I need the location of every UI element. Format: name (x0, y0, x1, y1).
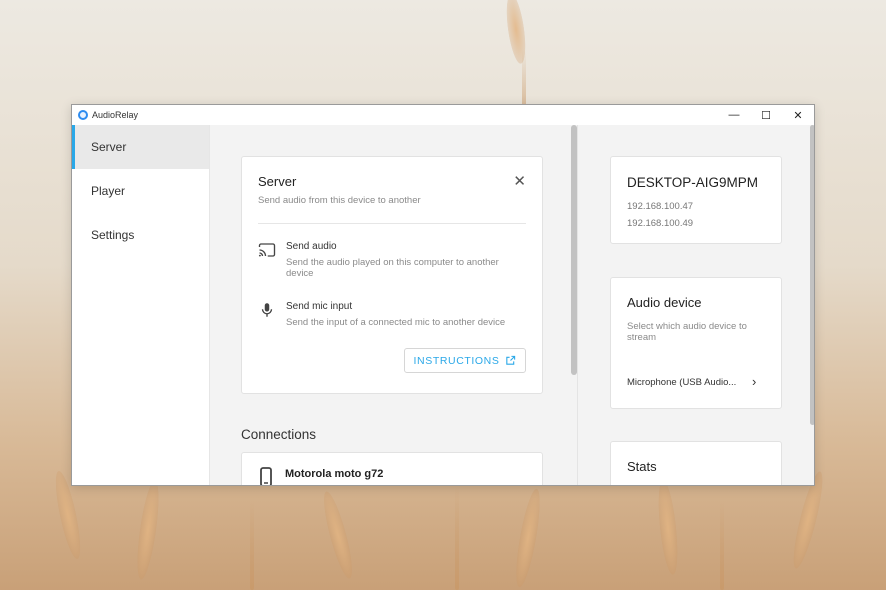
title-bar[interactable]: AudioRelay — ☐ ✕ (72, 105, 814, 125)
audio-device-subtitle: Select which audio device to stream (627, 321, 747, 343)
audio-device-card: Audio device Select which audio device t… (610, 277, 782, 409)
stats-title: Stats (627, 459, 657, 474)
app-logo-icon (78, 110, 88, 120)
wheat-ear-decoration (133, 479, 163, 581)
sidebar-item-server[interactable]: Server (72, 125, 209, 169)
option-title: Send audio (286, 241, 337, 252)
right-panel: DESKTOP-AIG9MPM 192.168.100.47 192.168.1… (578, 125, 810, 485)
server-card-title: Server (258, 174, 297, 189)
window-title: AudioRelay (92, 110, 139, 120)
audio-device-selector[interactable]: Microphone (USB Audio... (627, 377, 736, 388)
sidebar-item-settings[interactable]: Settings (72, 213, 209, 257)
audio-device-title: Audio device (627, 295, 702, 310)
wheat-stalk-decoration (455, 486, 459, 590)
wheat-stalk-decoration (522, 50, 526, 110)
right-scrollbar[interactable] (810, 125, 814, 425)
connection-name: Motorola moto g72 (285, 468, 384, 480)
app-window: AudioRelay — ☐ ✕ Server Player Settings … (71, 104, 815, 486)
sidebar-item-player[interactable]: Player (72, 169, 209, 213)
window-controls: — ☐ ✕ (718, 105, 814, 125)
ip-address: 192.168.100.49 (627, 218, 694, 229)
close-icon[interactable]: ✕ (513, 172, 526, 190)
chevron-right-icon[interactable]: › (752, 374, 756, 389)
close-window-button[interactable]: ✕ (782, 105, 814, 125)
wheat-stalk-decoration (250, 500, 254, 590)
wheat-stalk-decoration (720, 500, 724, 590)
option-title: Send mic input (286, 301, 353, 312)
mic-icon (261, 303, 273, 317)
instructions-button[interactable]: INSTRUCTIONS (404, 348, 526, 373)
wheat-ear-decoration (511, 487, 545, 589)
maximize-button[interactable]: ☐ (750, 105, 782, 125)
host-card: DESKTOP-AIG9MPM 192.168.100.47 192.168.1… (610, 156, 782, 244)
cast-icon (258, 243, 276, 257)
main-panel: Server Send audio from this device to an… (210, 125, 576, 485)
phone-icon (260, 467, 272, 485)
minimize-button[interactable]: — (718, 105, 750, 125)
option-description: Send the audio played on this computer t… (286, 257, 499, 279)
sidebar-item-label: Settings (91, 228, 135, 242)
ip-address: 192.168.100.47 (627, 201, 694, 212)
server-card-subtitle: Send audio from this device to another (258, 195, 421, 206)
wheat-ear-decoration (655, 479, 681, 576)
instructions-label: INSTRUCTIONS (413, 354, 500, 367)
sidebar-item-label: Player (91, 184, 126, 198)
option-description: Send the input of a connected mic to ano… (286, 317, 506, 328)
host-name: DESKTOP-AIG9MPM (627, 175, 759, 190)
sidebar-item-label: Server (91, 140, 127, 154)
wheat-ear-decoration (318, 489, 358, 581)
connections-title: Connections (241, 427, 317, 442)
divider (258, 223, 526, 224)
server-card: Server Send audio from this device to an… (241, 156, 543, 394)
sidebar: Server Player Settings (72, 125, 210, 485)
stats-card: Stats (610, 441, 782, 485)
connection-item[interactable]: Motorola moto g72 (241, 452, 543, 485)
external-link-icon (506, 355, 516, 365)
